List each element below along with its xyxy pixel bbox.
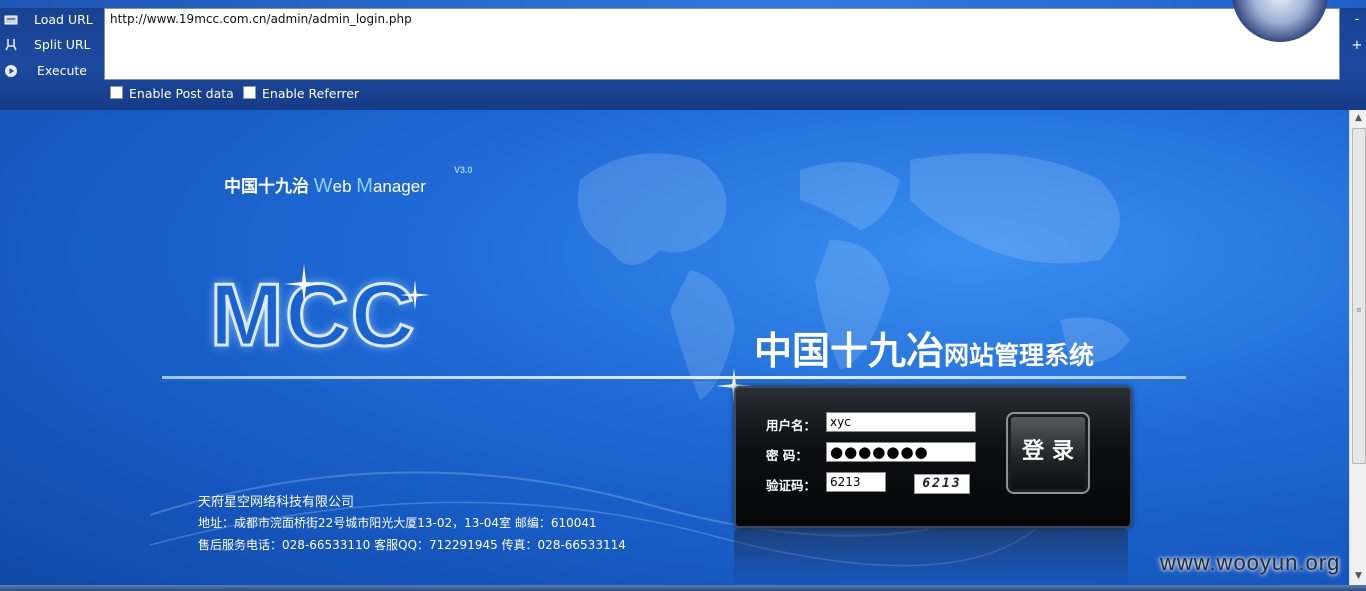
expand-button[interactable]: + [1348,38,1366,53]
page-viewport: 中国十九治 Web Manager V3.0 MCC 中国十九冶网站管理系统 用… [0,110,1349,585]
split-url-label: Split URL [34,37,91,52]
collapse-button[interactable]: - [1348,12,1366,27]
taskbar [0,585,1366,591]
split-url-icon [5,39,17,51]
brand-w: W [313,175,333,197]
username-input[interactable] [826,412,976,432]
enable-post-data-label: Enable Post data [129,86,234,101]
execute-button[interactable]: Execute [0,59,104,83]
brand-eb: eb [332,177,357,196]
brand-anager: anager [372,177,426,196]
login-reflection [734,528,1128,585]
scroll-down-icon[interactable]: ▼ [1350,568,1366,585]
execute-label: Execute [37,63,87,78]
url-textarea[interactable]: http://www.19mcc.com.cn/admin/admin_logi… [104,8,1340,80]
load-url-label: Load URL [34,12,93,27]
login-button[interactable]: 登 录 [1006,412,1090,494]
web-manager-title: 中国十九治 Web Manager V3.0 [224,165,473,198]
system-title-sub: 网站管理系统 [944,341,1095,370]
execute-icon [5,65,17,77]
enable-referrer-checkbox[interactable]: Enable Referrer [243,86,359,101]
password-label: 密 码： [766,448,808,463]
brand-cn: 中国十九治 [224,177,309,196]
captcha-label: 验证码： [766,478,817,493]
company-contact: 售后服务电话：028-66533110 客服QQ：712291945 传真：02… [198,538,626,552]
sparkle-icon [284,264,324,304]
captcha-image[interactable]: 6213 [914,474,970,494]
vertical-scrollbar[interactable]: ▲ ≡ ▼ [1349,110,1366,585]
captcha-input[interactable] [826,472,886,492]
company-address: 地址：成都市浣面桥街22号城市阳光大厦13-02，13-04室 邮编：61004… [198,516,597,530]
divider-line-shadow [162,380,1186,381]
hackbar-top-strip [0,0,1366,8]
brand-m: M [356,175,373,197]
password-input[interactable]: ●●●●●●● [826,442,976,462]
grip-icon: ≡ [1356,306,1362,314]
enable-referrer-label: Enable Referrer [262,86,360,101]
enable-post-data-checkbox[interactable]: Enable Post data [110,86,234,101]
sparkle-icon [400,280,430,310]
username-label: 用户名： [766,418,817,433]
company-name: 天府星空网络科技有限公司 [198,495,355,510]
scroll-up-icon[interactable]: ▲ [1350,110,1366,127]
login-form: 用户名： 密 码： ●●●●●●● 验证码： 6213 登 录 [734,386,1132,528]
system-title: 中国十九冶网站管理系统 [754,320,1094,375]
scroll-thumb[interactable]: ≡ [1352,128,1366,464]
world-map-graphic [578,153,1130,400]
load-url-icon [4,15,18,25]
split-url-button[interactable]: Split URL [0,33,104,57]
version-badge: V3.0 [454,165,473,175]
divider-line [162,376,1186,379]
checkbox-box[interactable] [110,86,123,99]
load-url-button[interactable]: Load URL [0,8,104,32]
hackbar-panel: Load URL Split URL Execute http://www.19… [0,0,1366,110]
hackbar-menu: Load URL Split URL Execute [0,8,104,80]
system-title-main: 中国十九冶 [754,329,945,373]
checkbox-box[interactable] [243,86,256,99]
wooyun-watermark: www.wooyun.org [1160,550,1341,575]
